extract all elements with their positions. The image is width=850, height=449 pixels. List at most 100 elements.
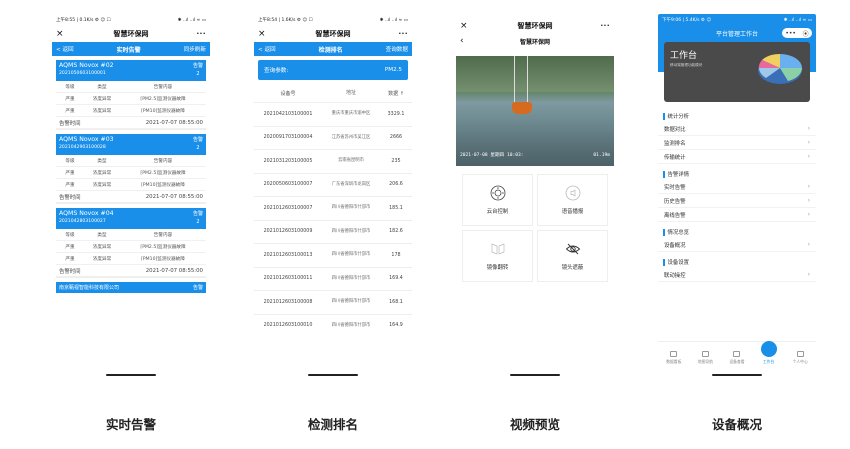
ptz-control-button[interactable]: 云台控制	[462, 174, 533, 226]
menu-item[interactable]: 历史告警 ›	[658, 194, 816, 208]
lens-mask-button[interactable]: 镜头遮蔽	[537, 230, 608, 282]
menu-item-label: 历史告警	[664, 198, 686, 205]
mirror-flip-button[interactable]: 镜像翻转	[462, 230, 533, 282]
eye-off-icon	[565, 243, 580, 255]
status-left: 下午9:06 | 5.4K/s ⚙ ☺	[662, 18, 712, 23]
page-header: ‹ 智慧环保网	[456, 34, 614, 48]
tab-item[interactable]: 个人中心	[785, 351, 815, 365]
menu-item[interactable]: 数据对比 ›	[658, 122, 816, 136]
menu-item[interactable]: 离线告警 ›	[658, 208, 816, 222]
menu-item[interactable]: 传输统计 ›	[658, 150, 816, 164]
ranking-row[interactable]: 2021012603100007 四川省德阳市什邡市 185.1	[254, 196, 412, 220]
tab-icon	[670, 351, 678, 357]
back-chevron-icon[interactable]: ‹	[460, 36, 472, 46]
alarm-table-row: 严重 浓度异常 [PM10]监测仪器故障	[56, 179, 206, 191]
table-cell: [PM2.5]监测仪器故障	[140, 170, 186, 176]
more-icon[interactable]: ···	[598, 22, 610, 30]
tab-item[interactable]: 设备查看	[722, 351, 752, 365]
alarm-card[interactable]: AQMS Novox #03 2021042903100028 告警 2 等级 类型 告警内…	[56, 134, 206, 204]
table-cell: [PM10]监测仪器故障	[141, 108, 185, 114]
close-icon[interactable]: ×	[56, 29, 68, 39]
video-controls: 云台控制 语音播报 镜像翻转 镜头遮蔽	[462, 174, 608, 282]
alarm-time-value: 2021-07-07 08:55:00	[145, 119, 203, 126]
more-icon[interactable]: ···	[396, 30, 408, 38]
query-data-button[interactable]: 查询数据	[386, 45, 408, 53]
sort-column-header[interactable]: 数据 ↑	[380, 90, 412, 97]
alarm-table-row: 严重 浓度异常 [PM2.5]监测仪器故障	[56, 167, 206, 179]
app-title: 智慧环保网	[517, 22, 553, 30]
table-cell: 严重	[65, 182, 75, 188]
column-header: 告警内容	[153, 84, 173, 90]
menu-item-label: 离线告警	[664, 212, 686, 219]
page-title: 检测排名	[318, 46, 343, 54]
close-circle-icon[interactable]: ⦿	[803, 29, 809, 38]
ranking-row[interactable]: 2021012603100013 四川省德阳市什邡市 178	[254, 243, 412, 267]
menu-item-label: 设备概况	[664, 242, 686, 249]
menu-item[interactable]: 联动操控 ›	[658, 268, 816, 282]
query-param-selector[interactable]: 查询参数: PM2.5	[258, 60, 408, 80]
device-address: 四川省德阳市什邡市	[331, 322, 371, 328]
page-title: 智慧环保网	[519, 38, 550, 46]
alarm-level-badge: 告警 2	[193, 62, 203, 78]
ranking-row[interactable]: 2021012603100009 四川省德阳市什邡市 182.6	[254, 219, 412, 244]
device-id: 2021012603100008	[263, 299, 313, 305]
column-header: 等级	[65, 158, 75, 164]
menu-item[interactable]: 监测排名 ›	[658, 136, 816, 150]
alarm-level-label: 告警	[192, 211, 203, 217]
home-indicator	[308, 374, 358, 376]
alarm-card[interactable]: AQMS Novox #02 2021050603100001 告警 2 等级 类型 告警内…	[56, 60, 206, 130]
alarm-card-header: AQMS Novox #02 2021050603100001 告警 2	[56, 60, 206, 81]
menu-item[interactable]: 实时告警 ›	[658, 180, 816, 194]
alarm-time-label: 告警时间	[59, 268, 81, 275]
device-code: 2021042903100028	[59, 145, 106, 150]
tab-item[interactable]: 数据看板	[659, 351, 689, 365]
back-button[interactable]: < 返回	[56, 45, 74, 53]
video-timestamp: 2021-07-08 星期四 10:03:	[460, 153, 524, 158]
close-icon[interactable]: ×	[460, 21, 472, 31]
chevron-right-icon: ›	[807, 271, 810, 278]
voice-broadcast-button[interactable]: 语音播报	[537, 174, 608, 226]
device-code: 2021050603100001	[59, 71, 106, 76]
menu-section-title: 设备设置	[658, 256, 816, 268]
tab-item[interactable]: 地图导航	[690, 351, 720, 365]
ranking-row[interactable]: 2021012603100011 四川省德阳市什邡市 169.4	[254, 266, 412, 291]
ranking-row[interactable]: 2021012603100008 四川省德阳市什邡市 168.1	[254, 290, 412, 314]
video-player[interactable]: 2021-07-08 星期四 10:03: 01.19m	[456, 56, 614, 166]
status-bar: 上午8:54 | 1.6K/s ⚙ ☺ ☐ ✱ ..ıl ..ıl ≈ ▭	[254, 14, 412, 26]
tab-label: 个人中心	[792, 359, 808, 364]
ranking-row[interactable]: 2021012603100010 四川省德阳市什邡市 164.9	[254, 313, 412, 338]
table-cell: 浓度异常	[92, 182, 112, 188]
video-depth-readout: 01.19m	[593, 153, 610, 158]
menu-item-label: 实时告警	[664, 184, 686, 191]
capsule-menu[interactable]: ••• ⦿	[782, 28, 812, 38]
ranking-row[interactable]: 2020091703100004 江苏省苏州市吴江区 2666	[254, 125, 412, 150]
alarm-card[interactable]: AQMS Novox #04 2021042803100027 告警 2 等级 类型 告警内…	[56, 208, 206, 278]
table-cell: 严重	[65, 256, 75, 262]
pm25-value: 182.6	[389, 229, 403, 235]
close-icon[interactable]: ×	[258, 29, 270, 39]
table-cell: 严重	[65, 108, 75, 114]
tab-item[interactable]: 工作台	[754, 341, 784, 365]
sync-refresh-button[interactable]: 同步刷新	[184, 45, 206, 53]
back-button[interactable]: < 返回	[258, 45, 276, 53]
menu-item[interactable]: 设备概况 ›	[658, 238, 816, 252]
ranking-row[interactable]: 2021031203100005 云南省昆明市 235	[254, 149, 412, 173]
video-scene-buoy	[512, 102, 532, 114]
video-scene-trees	[456, 56, 614, 92]
alarm-level-label: 告警	[192, 63, 203, 69]
alarm-table-header: 等级 类型 告警内容	[56, 81, 206, 93]
device-id: 2021012603100009	[263, 229, 313, 235]
tab-icon	[760, 341, 777, 357]
ranking-row[interactable]: 2020050603100007 广东省深圳市龙岗区 206.6	[254, 172, 412, 197]
mini-app-titlebar: × 智慧环保网 ···	[52, 26, 210, 42]
menu-item-label: 联动操控	[664, 272, 686, 279]
device-id: 2021012603100007	[263, 205, 313, 211]
more-icon[interactable]: ···	[194, 30, 206, 38]
home-indicator	[712, 374, 762, 376]
alarm-table-header: 等级 类型 告警内容	[56, 155, 206, 167]
more-icon[interactable]: •••	[785, 30, 796, 37]
ranking-row[interactable]: 2021042103100001 重庆市重庆市渝中区 3329.1	[254, 102, 412, 126]
alarm-card-header: AQMS Novox #04 2021042803100027 告警 2	[56, 208, 206, 229]
speaker-icon	[565, 185, 580, 201]
alarm-card-partial[interactable]: 南京甄视智能科技有限公司 告警	[56, 282, 206, 293]
